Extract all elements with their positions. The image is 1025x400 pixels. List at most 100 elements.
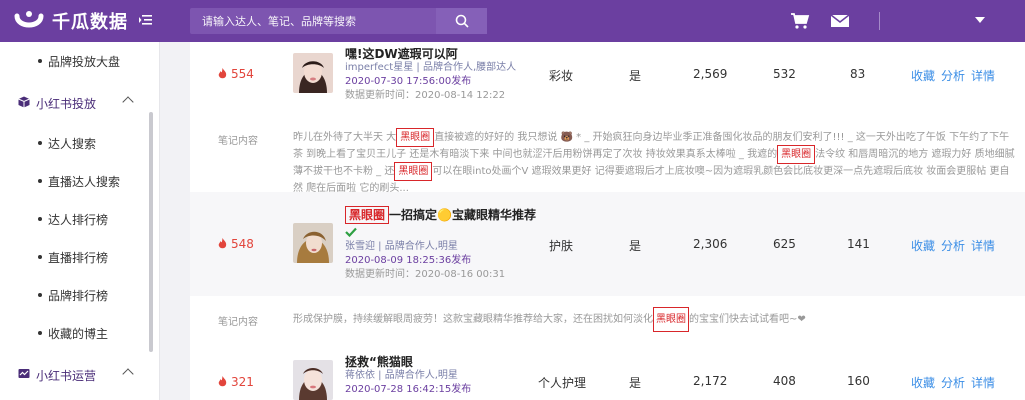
sidebar-item-live-kol-search[interactable]: 直播达人搜索 [0, 171, 150, 191]
fire-icon [218, 238, 227, 249]
rank-value: 554 [231, 67, 254, 81]
bullet-icon [38, 293, 42, 297]
detail-link[interactable]: 详情 [971, 67, 995, 84]
sidebar-item-favorites[interactable]: 收藏的博主 [0, 323, 150, 343]
note-content-row: 笔记内容 形成保护膜，持续缓解眼周疲劳！这款宝藏眼精华推荐给大家，还在困扰如何淡… [190, 296, 1025, 348]
author-info[interactable]: 张雪迎 | 品牌合作人,明星 [345, 240, 505, 254]
note-meta: 蒋依依 | 品牌合作人,明星 2020-07-28 16:42:15发布 [345, 369, 471, 397]
note-text-segment: 形成保护膜，持续缓解眼周疲劳！这款宝藏眼精华推荐给大家，还在困扰如何淡化 [293, 314, 653, 325]
update-time: 数据更新时间：2020-08-16 00:31 [345, 269, 506, 280]
menu-lines-icon [139, 15, 152, 25]
avatar[interactable] [293, 360, 333, 400]
avatar[interactable] [293, 53, 333, 93]
sidebar-group-xhs-ops[interactable]: 小红书运营 [0, 364, 150, 386]
note-content-label: 笔记内容 [218, 317, 258, 328]
note-title[interactable]: 嘿!这DW遮瑕可以阿 [345, 45, 458, 62]
search-input[interactable] [190, 8, 437, 34]
metric-1-cell: 2,306 [693, 237, 728, 251]
note-content-row: 笔记内容 昨儿在外待了大半天 大黑眼圈 直接被遮的好好的 我只想说 🐻 * _ 开… [190, 112, 1025, 194]
sidebar-group-label: 小红书运营 [36, 369, 97, 383]
note-title[interactable]: 拯救“熊猫眼 [345, 353, 413, 370]
sidebar-item-kol-search[interactable]: 达人搜索 [0, 133, 150, 153]
author-info[interactable]: 蒋依依 | 品牌合作人,明星 [345, 369, 471, 383]
favorite-link[interactable]: 收藏 [911, 237, 935, 254]
menu-icon[interactable] [138, 12, 156, 30]
metric-3-cell: 160 [847, 374, 870, 388]
sidebar-group-xhs-ads[interactable]: 小红书投放 [0, 92, 150, 114]
mail-icon[interactable] [830, 12, 850, 30]
analyze-link[interactable]: 分析 [941, 67, 965, 84]
keyword-highlight: 黑眼圈 [777, 145, 816, 164]
verified-check-icon [345, 227, 357, 237]
update-time: 数据更新时间：2020-08-14 12:22 [345, 90, 506, 101]
keyword-highlight: 黑眼圈 [394, 162, 433, 181]
sidebar-item-label: 达人搜索 [48, 137, 97, 151]
favorite-link[interactable]: 收藏 [911, 67, 935, 84]
rank-value: 321 [231, 375, 254, 389]
author-info[interactable]: imperfect星星 | 品牌合作人,腰部达人 [345, 61, 516, 75]
top-bar: 千瓜数据 [0, 0, 1025, 42]
note-content-label: 笔记内容 [218, 136, 258, 147]
keyword-highlight: 黑眼圈 [653, 307, 689, 332]
bullet-icon [38, 59, 42, 63]
table-row[interactable]: 548 黑眼圈 一招搞定🟡宝藏眼精华推荐 张雪迎 | 品牌合作人,明星 2020-… [190, 192, 1025, 296]
sidebar-item-label: 达人排行榜 [48, 213, 109, 227]
sidebar-item-brand-overview[interactable]: 品牌投放大盘 [0, 51, 150, 71]
avatar-image [293, 223, 333, 263]
metric-2-cell: 408 [773, 374, 796, 388]
bullet-icon [38, 141, 42, 145]
analyze-link[interactable]: 分析 [941, 374, 965, 391]
note-meta: 张雪迎 | 品牌合作人,明星 2020-08-09 18:25:36发布 数据更… [345, 240, 505, 282]
sidebar-item-label: 直播排行榜 [48, 251, 109, 265]
keyword-highlight: 黑眼圈 [345, 206, 390, 224]
metric-1-cell: 2,569 [693, 67, 728, 81]
chevron-up-icon [122, 96, 134, 108]
metric-3-cell: 83 [850, 67, 866, 81]
note-text-segment: 的宝宝们快去试试看吧~❤ [689, 314, 806, 325]
search-icon [455, 14, 469, 28]
flag-cell: 是 [629, 376, 642, 390]
search-button[interactable] [436, 8, 487, 34]
bullet-icon [38, 331, 42, 335]
chevron-up-icon [122, 368, 134, 380]
table-row[interactable]: 321 拯救“熊猫眼 蒋依依 | 品牌合作人,明星 2020-07-28 16:… [190, 348, 1025, 400]
keyword-highlight: 黑眼圈 [396, 128, 435, 147]
logo-icon [14, 11, 44, 28]
fire-icon [218, 68, 227, 79]
sidebar-item-label: 品牌排行榜 [48, 289, 109, 303]
detail-link[interactable]: 详情 [971, 237, 995, 254]
sidebar-scrollbar[interactable] [149, 112, 153, 352]
sidebar-group-label: 小红书投放 [36, 97, 97, 111]
publish-time: 2020-07-30 17:56:00发布 [345, 76, 472, 87]
cart-icon[interactable] [790, 12, 810, 30]
rank-cell: 554 [218, 67, 254, 81]
category-cell: 彩妆 [549, 69, 574, 83]
note-title[interactable]: 黑眼圈 一招搞定🟡宝藏眼精华推荐 [345, 206, 536, 224]
bullet-icon [38, 179, 42, 183]
avatar-image [293, 53, 333, 93]
note-content-text: 形成保护膜，持续缓解眼周疲劳！这款宝藏眼精华推荐给大家，还在困扰如何淡化 黑眼圈的… [293, 307, 1015, 332]
category-cell: 护肤 [549, 239, 574, 253]
fire-icon [218, 376, 227, 387]
rank-cell: 548 [218, 237, 254, 251]
metric-1-cell: 2,172 [693, 374, 728, 388]
sidebar-item-live-ranking[interactable]: 直播排行榜 [0, 247, 150, 267]
analyze-link[interactable]: 分析 [941, 237, 965, 254]
sidebar-item-brand-ranking[interactable]: 品牌排行榜 [0, 285, 150, 305]
cube-icon [18, 96, 30, 108]
detail-link[interactable]: 详情 [971, 374, 995, 391]
publish-time: 2020-08-09 18:25:36发布 [345, 255, 472, 266]
avatar[interactable] [293, 223, 333, 263]
bullet-icon [38, 255, 42, 259]
sidebar-item-label: 品牌投放大盘 [48, 55, 121, 69]
sidebar-item-kol-ranking[interactable]: 达人排行榜 [0, 209, 150, 229]
sidebar-item-label: 收藏的博主 [48, 327, 109, 341]
metric-2-cell: 625 [773, 237, 796, 251]
avatar-image [293, 360, 333, 400]
header-divider [879, 12, 880, 30]
favorite-link[interactable]: 收藏 [911, 374, 935, 391]
caret-down-icon[interactable] [975, 17, 985, 23]
logo[interactable]: 千瓜数据 [14, 6, 128, 36]
note-text-segment: 昨儿在外待了大半天 大 [293, 132, 397, 143]
table-row[interactable]: 554 嘿!这DW遮瑕可以阿 imperfect星星 | 品牌合作人,腰部达人 … [190, 42, 1025, 112]
